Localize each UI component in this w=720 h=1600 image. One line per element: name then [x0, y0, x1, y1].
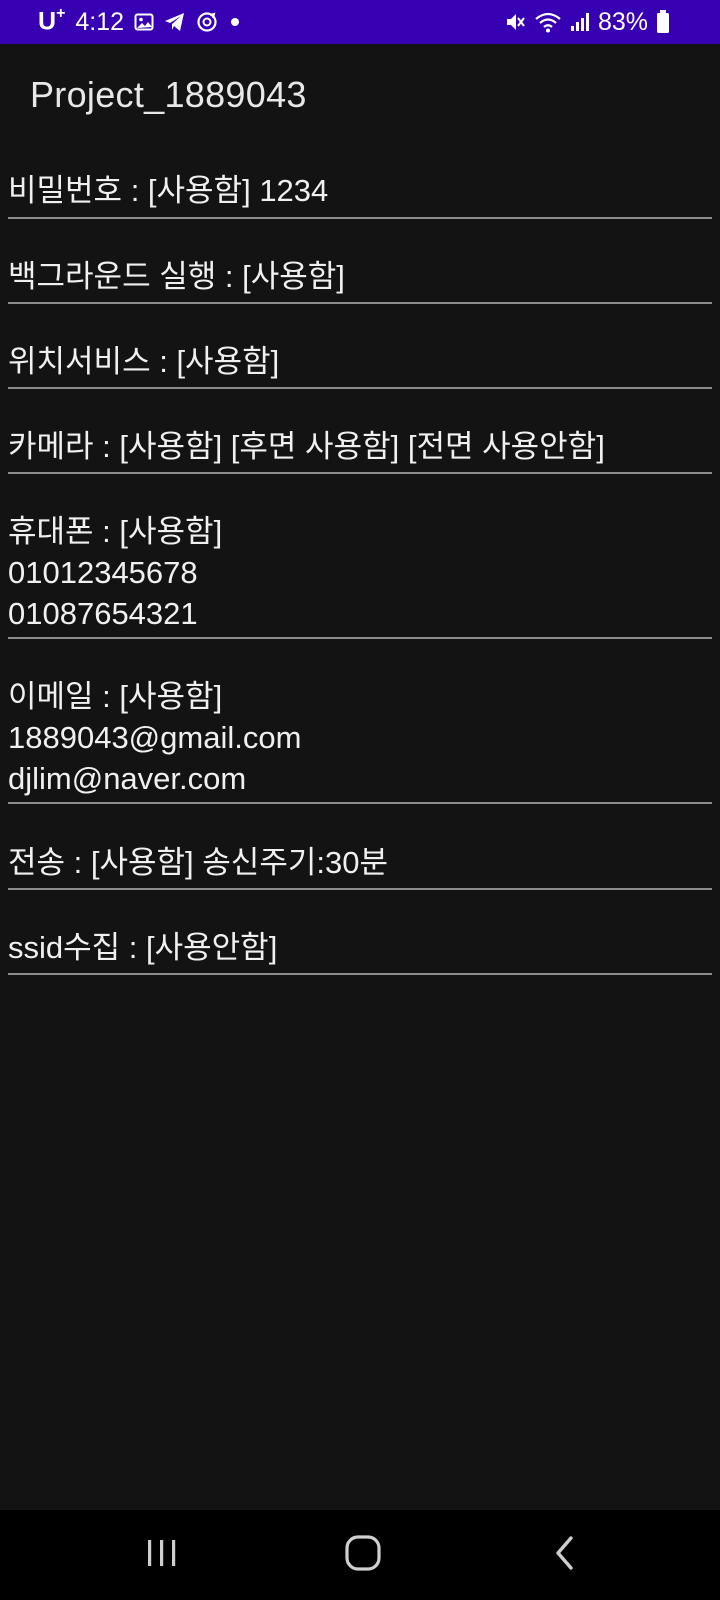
status-right: 83% [504, 0, 670, 44]
telegram-icon [164, 12, 186, 32]
battery-percent: 83% [597, 7, 648, 36]
wifi-icon [534, 11, 562, 33]
mute-icon [504, 11, 526, 33]
divider [8, 637, 712, 639]
divider [8, 888, 712, 890]
app-bar: Project_1889043 [0, 44, 720, 156]
setting-row-transmit: 전송 : [사용함] 송신주기:30분 [8, 842, 712, 883]
setting-text: 전송 : [사용함] 송신주기:30분 [8, 845, 388, 880]
dot-icon [228, 15, 242, 29]
divider [8, 973, 712, 975]
divider [8, 302, 712, 304]
divider [8, 217, 712, 219]
status-time: 4:12 [75, 7, 125, 36]
setting-text: 카메라 : [사용함] [후면 사용함] [전면 사용안함] [8, 429, 605, 464]
phone-number: 01087654321 [8, 596, 198, 631]
status-bar: U+ 4:12 83% [0, 0, 720, 44]
divider [8, 802, 712, 804]
divider [8, 387, 712, 389]
setting-text: 백그라운드 실행 : [사용함] [8, 259, 345, 294]
phone-number: 01012345678 [8, 555, 198, 590]
setting-text: 휴대폰 : [사용함] [8, 514, 223, 549]
signal-icon [570, 12, 590, 32]
setting-row-password: 비밀번호 : [사용함] 1234 [8, 170, 712, 211]
app-title: Project_1889043 [30, 74, 307, 115]
home-button[interactable] [313, 1510, 413, 1600]
email-address: 1889043@gmail.com [8, 720, 302, 755]
setting-row-background: 백그라운드 실행 : [사용함] [8, 256, 712, 297]
setting-row-phone: 휴대폰 : [사용함] 01012345678 01087654321 [8, 511, 712, 634]
setting-row-email: 이메일 : [사용함] 1889043@gmail.com djlim@nave… [8, 676, 712, 799]
divider [8, 472, 712, 474]
setting-row-ssid: ssid수집 : [사용안함] [8, 927, 712, 968]
setting-text: 이메일 : [사용함] [8, 679, 223, 714]
setting-row-camera: 카메라 : [사용함] [후면 사용함] [전면 사용안함] [8, 426, 712, 467]
navigation-bar [0, 1510, 720, 1600]
back-icon [552, 1535, 578, 1575]
setting-row-location: 위치서비스 : [사용함] [8, 341, 712, 382]
setting-text: 위치서비스 : [사용함] [8, 344, 280, 379]
home-icon [344, 1534, 382, 1576]
gallery-icon [134, 12, 154, 32]
battery-icon [656, 10, 670, 34]
status-left: U+ 4:12 [38, 0, 242, 44]
recents-icon [145, 1537, 179, 1573]
email-address: djlim@naver.com [8, 761, 247, 796]
setting-text: 비밀번호 : [사용함] 1234 [8, 173, 329, 208]
carrier-label: U+ [38, 5, 66, 36]
sync-icon [196, 11, 218, 33]
back-button[interactable] [515, 1510, 615, 1600]
setting-text: ssid수집 : [사용안함] [8, 930, 278, 965]
recents-button[interactable] [112, 1510, 212, 1600]
